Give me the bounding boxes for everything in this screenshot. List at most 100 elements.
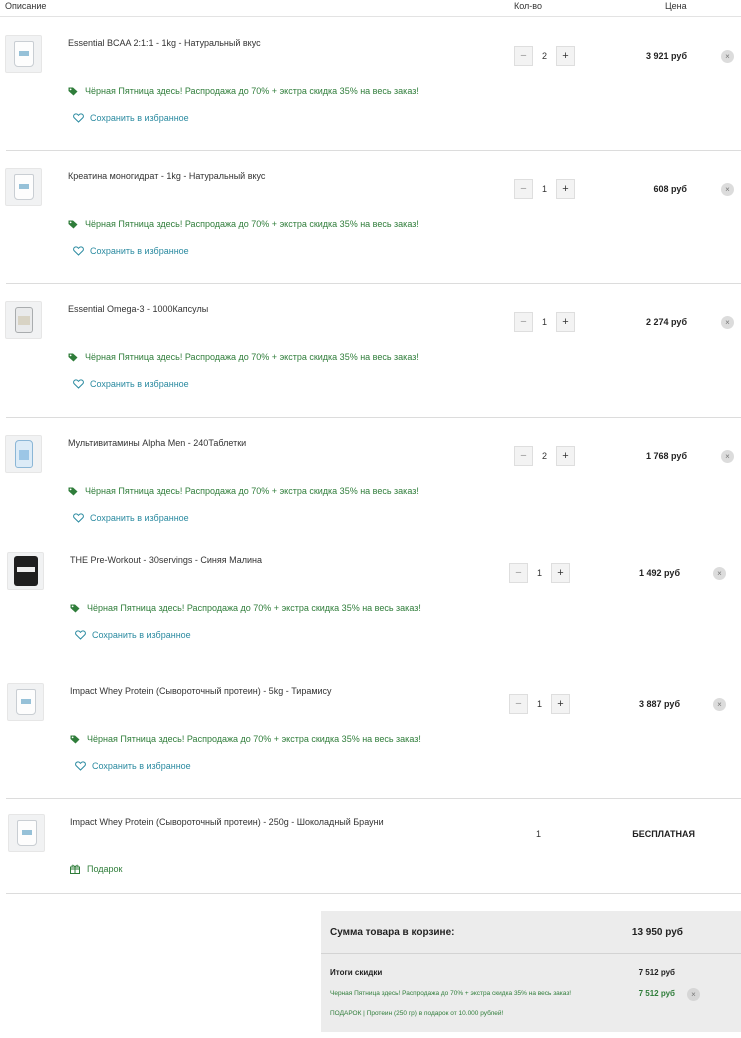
decrease-quantity-button[interactable]: − xyxy=(514,312,533,332)
quantity-stepper: −1 + xyxy=(514,312,575,332)
quantity-stepper: −1 + xyxy=(509,694,570,714)
column-quantity: Кол-во xyxy=(514,1,542,11)
decrease-quantity-button[interactable]: − xyxy=(514,46,533,66)
tag-icon xyxy=(70,604,80,612)
column-price: Цена xyxy=(665,1,687,11)
tag-icon xyxy=(68,487,78,495)
save-to-favorites-link[interactable]: Сохранить в избранное xyxy=(73,246,189,256)
product-image xyxy=(5,435,42,473)
close-icon: × xyxy=(717,569,722,578)
product-image xyxy=(7,683,44,721)
product-title: Impact Whey Protein (Сывороточный протеи… xyxy=(70,686,332,696)
product-title: Essential Omega-3 - 1000Капсулы xyxy=(68,304,209,314)
promo-text: Чёрная Пятница здесь! Распродажа до 70% … xyxy=(87,734,421,744)
product-image xyxy=(8,814,45,852)
product-image xyxy=(5,301,42,339)
product-title: Impact Whey Protein (Сывороточный протеи… xyxy=(70,817,384,827)
gift-item-row: Impact Whey Protein (Сывороточный протеи… xyxy=(0,798,741,894)
heart-icon xyxy=(73,113,84,123)
remove-item-button[interactable]: × xyxy=(721,450,734,463)
remove-item-button[interactable]: × xyxy=(721,50,734,63)
heart-icon xyxy=(73,379,84,389)
promo-text: Чёрная Пятница здесь! Распродажа до 70% … xyxy=(87,603,421,613)
close-icon: × xyxy=(725,185,730,194)
save-label: Сохранить в избранное xyxy=(92,630,191,640)
promo-message: Чёрная Пятница здесь! Распродажа до 70% … xyxy=(68,86,419,96)
remove-item-button[interactable]: × xyxy=(721,183,734,196)
discount-value: 7 512 руб xyxy=(638,968,675,977)
promo-message: Чёрная Пятница здесь! Распродажа до 70% … xyxy=(68,219,419,229)
save-to-favorites-link[interactable]: Сохранить в избранное xyxy=(73,513,189,523)
save-label: Сохранить в избранное xyxy=(90,246,189,256)
remove-item-button[interactable]: × xyxy=(713,698,726,711)
quantity-value: 1 xyxy=(535,829,541,839)
item-price: 608 руб xyxy=(653,184,687,194)
quantity-value: 2 xyxy=(541,451,547,461)
gift-text: Подарок xyxy=(87,864,123,874)
item-price: 3 921 руб xyxy=(646,51,687,61)
price-free: БЕСПЛАТНАЯ xyxy=(632,829,695,839)
tag-icon xyxy=(70,735,80,743)
item-price: 2 274 руб xyxy=(646,317,687,327)
save-to-favorites-link[interactable]: Сохранить в избранное xyxy=(75,630,191,640)
promo-text: Чёрная Пятница здесь! Распродажа до 70% … xyxy=(85,486,419,496)
decrease-quantity-button[interactable]: − xyxy=(509,694,528,714)
promo-message: Чёрная Пятница здесь! Распродажа до 70% … xyxy=(70,734,421,744)
tag-icon xyxy=(68,87,78,95)
column-description: Описание xyxy=(5,1,47,11)
save-to-favorites-link[interactable]: Сохранить в избранное xyxy=(75,761,191,771)
cart-item-row: Мультивитамины Alpha Men - 240Таблетки −2… xyxy=(0,417,741,548)
cart-total-value: 13 950 руб xyxy=(631,927,683,938)
cart-total-label: Сумма товара в корзине: xyxy=(330,927,455,938)
close-icon: × xyxy=(725,318,730,327)
tag-icon xyxy=(68,220,78,228)
close-icon: × xyxy=(725,52,730,61)
remove-item-button[interactable]: × xyxy=(713,567,726,580)
save-label: Сохранить в избранное xyxy=(90,379,189,389)
cart-item-row: Essential BCAA 2:1:1 - 1kg - Натуральный… xyxy=(0,18,741,148)
quantity-stepper: −2 + xyxy=(514,46,575,66)
quantity-stepper: −1 + xyxy=(514,179,575,199)
quantity-value: 1 xyxy=(536,568,542,578)
gift-promo-line: ПОДАРОК | Протеин (250 гр) в подарок от … xyxy=(330,1010,504,1017)
remove-item-button[interactable]: × xyxy=(721,316,734,329)
save-to-favorites-link[interactable]: Сохранить в избранное xyxy=(73,379,189,389)
decrease-quantity-button[interactable]: − xyxy=(509,563,528,583)
remove-promo-button[interactable]: × xyxy=(687,988,700,1001)
item-price: 3 887 руб xyxy=(639,699,680,709)
decrease-quantity-button[interactable]: − xyxy=(514,446,533,466)
decrease-quantity-button[interactable]: − xyxy=(514,179,533,199)
increase-quantity-button[interactable]: + xyxy=(556,179,575,199)
save-to-favorites-link[interactable]: Сохранить в избранное xyxy=(73,113,189,123)
tag-icon xyxy=(68,353,78,361)
increase-quantity-button[interactable]: + xyxy=(551,563,570,583)
discount-title: Итоги скидки xyxy=(330,968,383,977)
quantity-value: 2 xyxy=(541,51,547,61)
quantity-stepper: −1 + xyxy=(509,563,570,583)
save-label: Сохранить в избранное xyxy=(92,761,191,771)
quantity-stepper: −2 + xyxy=(514,446,575,466)
cart-item-row: Креатина моногидрат - 1kg - Натуральный … xyxy=(0,150,741,281)
product-title: THE Pre-Workout - 30servings - Синяя Мал… xyxy=(70,555,262,565)
quantity-value: 1 xyxy=(536,699,542,709)
close-icon: × xyxy=(691,990,696,999)
gift-icon xyxy=(70,864,80,874)
increase-quantity-button[interactable]: + xyxy=(551,694,570,714)
increase-quantity-button[interactable]: + xyxy=(556,46,575,66)
increase-quantity-button[interactable]: + xyxy=(556,446,575,466)
quantity-value: 1 xyxy=(541,317,547,327)
promo-message: Чёрная Пятница здесь! Распродажа до 70% … xyxy=(68,352,419,362)
heart-icon xyxy=(73,246,84,256)
cart-item-row: THE Pre-Workout - 30servings - Синяя Мал… xyxy=(0,535,741,665)
heart-icon xyxy=(75,630,86,640)
heart-icon xyxy=(75,761,86,771)
increase-quantity-button[interactable]: + xyxy=(556,312,575,332)
cart-table-header: Описание Кол-во Цена xyxy=(0,0,741,17)
promo-text: Чёрная Пятница здесь! Распродажа до 70% … xyxy=(85,86,419,96)
promo-value: 7 512 руб xyxy=(638,989,675,998)
product-title: Креатина моногидрат - 1kg - Натуральный … xyxy=(68,171,266,181)
product-title: Essential BCAA 2:1:1 - 1kg - Натуральный… xyxy=(68,38,261,48)
save-label: Сохранить в избранное xyxy=(90,113,189,123)
item-price: 1 492 руб xyxy=(639,568,680,578)
cart-item-row: Essential Omega-3 - 1000Капсулы −1 +2 274 … xyxy=(0,283,741,414)
